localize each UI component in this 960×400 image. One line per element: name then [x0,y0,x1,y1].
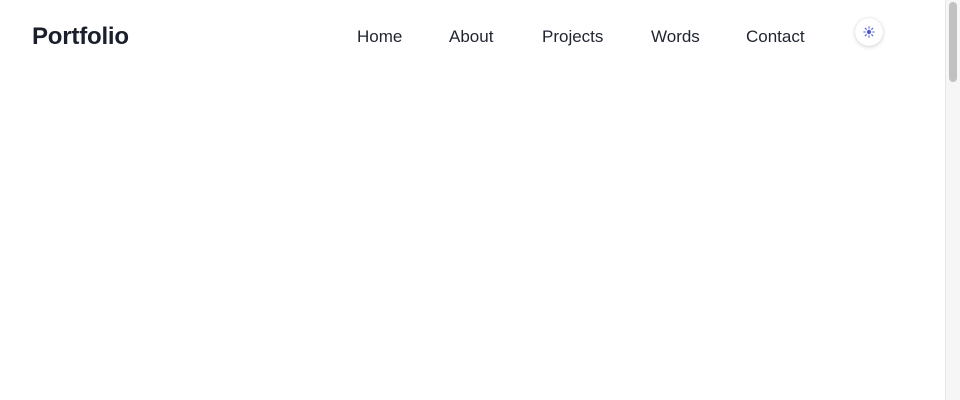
page: Portfolio Home About Projects Words Cont… [0,0,960,400]
nav-link-about[interactable]: About [449,26,493,48]
nav-link-home[interactable]: Home [357,26,402,48]
nav-link-contact[interactable]: Contact [746,26,805,48]
nav-link-projects[interactable]: Projects [542,26,603,48]
nav-link-words[interactable]: Words [651,26,700,48]
main-nav: Home About Projects Words Contact [0,26,945,48]
sun-icon [863,26,875,38]
site-header: Portfolio Home About Projects Words Cont… [0,0,945,76]
vertical-scrollbar[interactable] [945,0,960,400]
scrollbar-thumb[interactable] [949,2,957,82]
theme-toggle-button[interactable] [855,18,883,46]
